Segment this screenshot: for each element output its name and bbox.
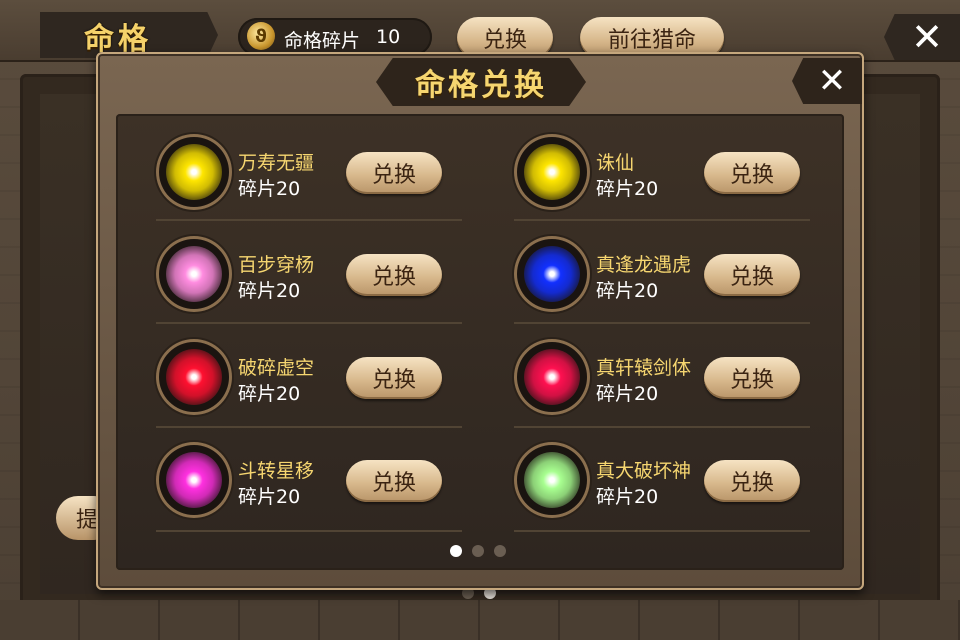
item-name: 斗转星移 [238,460,315,482]
fate-item: 万寿无疆 碎片20 兑换 [156,134,446,214]
item-cost: 碎片20 [596,383,659,405]
fate-item: 诛仙 碎片20 兑换 [514,134,804,214]
item-name: 百步穿杨 [238,254,315,276]
item-exchange-button[interactable]: 兑换 [346,254,442,296]
modal-title: 命格兑换 [415,68,547,103]
fate-item: 真逢龙遇虎 碎片20 兑换 [514,236,804,316]
orb-frame [156,442,232,518]
fate-item: 真轩辕剑体 碎片20 兑换 [514,339,804,419]
orb-frame [156,339,232,415]
item-name: 破碎虚空 [238,357,315,379]
modal-pager[interactable] [450,545,506,557]
item-exchange-button[interactable]: 兑换 [346,357,442,399]
fate-orb-icon [166,349,222,405]
pager-dot[interactable] [450,545,462,557]
orb-frame [514,236,590,312]
item-cost: 碎片20 [238,486,301,508]
background-floor [0,600,960,640]
fate-item: 真大破坏神 碎片20 兑换 [514,442,804,522]
orb-frame [514,339,590,415]
row-divider [156,322,462,324]
fate-item: 百步穿杨 碎片20 兑换 [156,236,446,316]
item-cost: 碎片20 [238,383,301,405]
item-cost: 碎片20 [596,178,659,200]
item-name: 诛仙 [596,152,635,174]
close-icon[interactable]: ✕ [884,14,960,60]
fate-item: 破碎虚空 碎片20 兑换 [156,339,446,419]
row-divider [514,219,810,221]
modal-close-icon[interactable]: ✕ [792,58,862,104]
item-cost: 碎片20 [238,280,301,302]
orb-frame [514,134,590,210]
fragment-label: 命格碎片 [284,30,361,52]
fate-orb-icon [524,246,580,302]
pager-dot[interactable] [494,545,506,557]
fate-orb-icon [524,349,580,405]
fragment-count: 10 [376,26,401,48]
swirl-coin-icon: ϑ [247,22,275,50]
fate-orb-icon [166,246,222,302]
item-name: 真逢龙遇虎 [596,254,692,276]
item-exchange-button[interactable]: 兑换 [704,152,800,194]
item-exchange-button[interactable]: 兑换 [704,254,800,296]
item-cost: 碎片20 [596,486,659,508]
row-divider [514,530,810,532]
row-divider [514,322,810,324]
row-divider [156,219,462,221]
row-divider [156,530,462,532]
row-divider [156,426,462,428]
fate-item: 斗转星移 碎片20 兑换 [156,442,446,522]
item-exchange-button[interactable]: 兑换 [704,460,800,502]
fate-orb-icon [166,452,222,508]
fate-orb-icon [524,452,580,508]
item-name: 真大破坏神 [596,460,692,482]
item-exchange-button[interactable]: 兑换 [346,460,442,502]
orb-frame [156,236,232,312]
item-exchange-button[interactable]: 兑换 [346,152,442,194]
fate-orb-icon [166,144,222,200]
pager-dot[interactable] [472,545,484,557]
item-cost: 碎片20 [596,280,659,302]
orb-frame [156,134,232,210]
row-divider [514,426,810,428]
item-cost: 碎片20 [238,178,301,200]
fate-orb-icon [524,144,580,200]
item-exchange-button[interactable]: 兑换 [704,357,800,399]
orb-frame [514,442,590,518]
item-name: 万寿无疆 [238,152,315,174]
item-name: 真轩辕剑体 [596,357,692,379]
